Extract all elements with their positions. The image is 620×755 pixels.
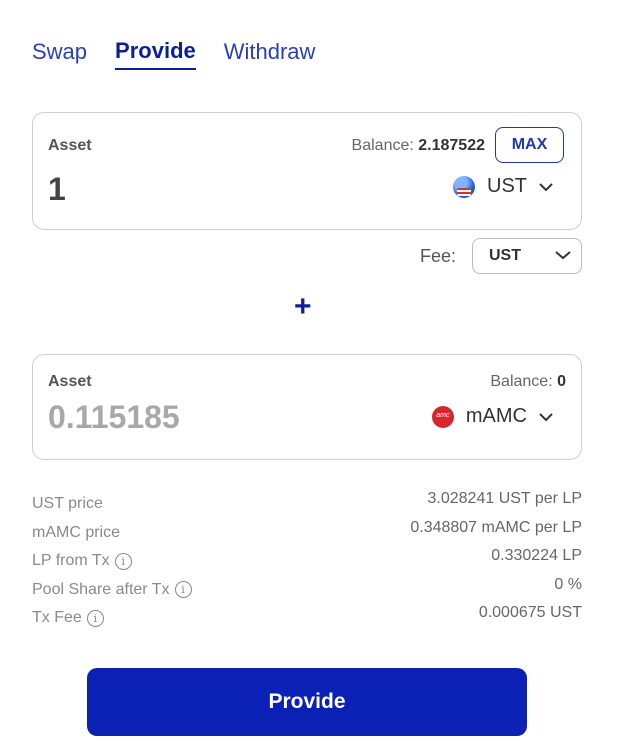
info-label: mAMC price (32, 523, 121, 541)
info-value: 3.028241 UST per LP (427, 490, 582, 507)
amc-icon (431, 405, 454, 428)
fee-row: Fee: UST (420, 238, 582, 274)
info-label: LP from Tx (32, 552, 110, 570)
info-label: UST price (32, 495, 103, 513)
info-label: Pool Share after Tx (32, 580, 170, 598)
info-value: 0 % (554, 575, 582, 593)
tab-provide[interactable]: Provide (115, 38, 196, 70)
info-row-lp-from-tx: LP from Tx i 0.330224 LP (32, 547, 582, 576)
info-icon[interactable]: i (86, 609, 104, 627)
us-globe-icon (453, 175, 475, 198)
asset1-label: Asset (48, 137, 92, 154)
chevron-down-icon (539, 179, 553, 195)
plus-icon: + (294, 290, 312, 323)
asset1-token-select[interactable]: UST (453, 175, 553, 198)
asset1-token-name: UST (487, 175, 527, 197)
asset2-balance-value: 0 (557, 373, 566, 390)
fee-select[interactable]: UST (472, 238, 582, 274)
info-row-ust-price: UST price 3.028241 UST per LP (32, 490, 582, 519)
chevron-down-icon (539, 409, 553, 425)
info-icon[interactable]: i (114, 552, 132, 570)
asset2-token-select[interactable]: mAMC (431, 405, 553, 428)
max-button[interactable]: MAX (495, 127, 564, 163)
asset1-amount-input[interactable] (48, 171, 348, 208)
tab-bar: Swap Provide Withdraw (32, 38, 315, 70)
asset2-token-name: mAMC (465, 405, 527, 427)
fee-selected-value: UST (489, 247, 521, 264)
chevron-down-icon (555, 247, 571, 265)
info-row-tx-fee: Tx Fee i 0.000675 UST (32, 604, 582, 633)
info-icon[interactable]: i (174, 581, 192, 599)
asset1-balance-value: 2.187522 (418, 137, 485, 154)
asset1-balance-label: Balance: (351, 137, 414, 154)
tab-withdraw[interactable]: Withdraw (224, 38, 316, 70)
provide-submit-button[interactable]: Provide (87, 668, 527, 736)
asset2-balance-label: Balance: (490, 373, 553, 390)
asset2-balance: Balance: 0 (490, 373, 566, 391)
tab-swap[interactable]: Swap (32, 38, 87, 70)
info-value: 0.348807 mAMC per LP (410, 518, 582, 536)
asset2-label: Asset (48, 373, 92, 390)
asset2-card: Asset Balance: 0 mAMC (32, 354, 582, 460)
info-row-mamc-price: mAMC price 0.348807 mAMC per LP (32, 519, 582, 548)
info-row-pool-share: Pool Share after Tx i 0 % (32, 576, 582, 605)
asset1-card: Asset Balance: 2.187522 MAX UST (32, 112, 582, 230)
info-label: Tx Fee (32, 609, 82, 627)
fee-label: Fee: (419, 245, 456, 266)
asset2-amount-input[interactable] (48, 399, 348, 436)
tx-info-list: UST price 3.028241 UST per LP mAMC price… (32, 490, 582, 633)
info-value: 0.000675 UST (478, 604, 582, 621)
asset1-balance: Balance: 2.187522 (352, 137, 485, 155)
info-value: 0.330224 LP (491, 547, 582, 564)
